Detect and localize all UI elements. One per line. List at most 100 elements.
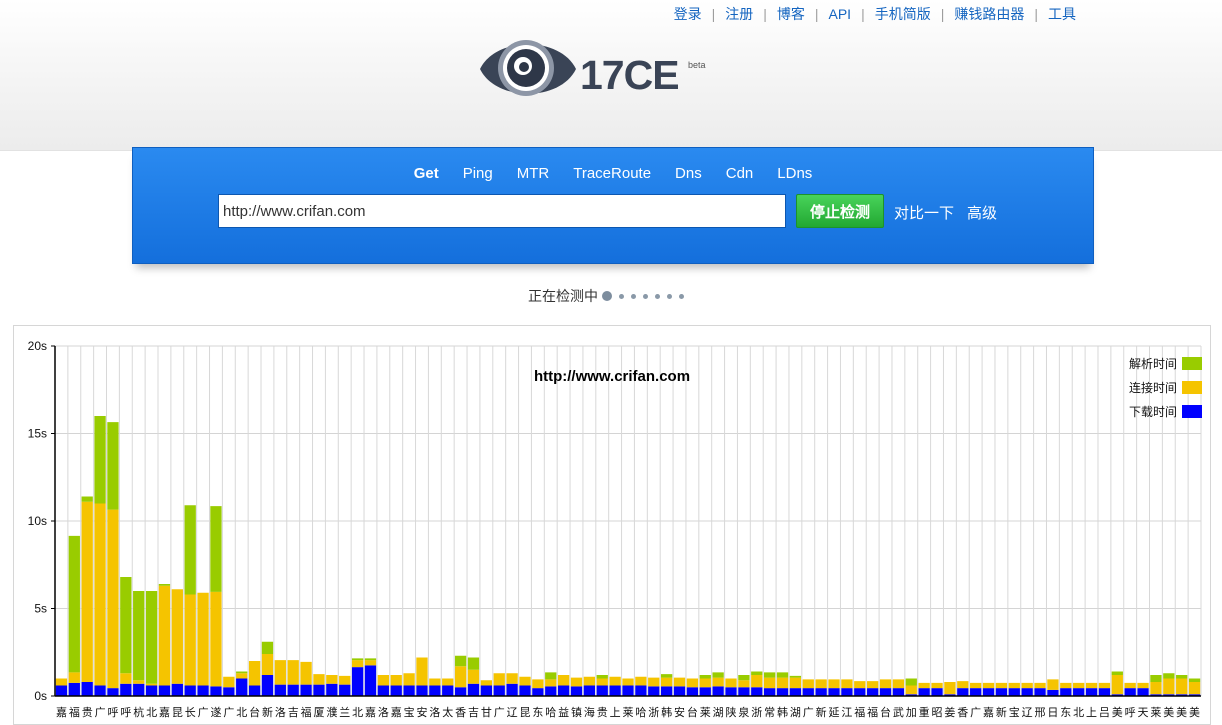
bar-segment [184, 505, 196, 595]
bar-segment [596, 685, 608, 696]
legend-label: 解析时间 [1129, 357, 1177, 371]
url-input[interactable] [218, 194, 786, 228]
bar-segment [1163, 673, 1175, 679]
bar-segment [94, 503, 106, 686]
bar-segment [957, 688, 969, 696]
x-tick-label: 濮 [326, 705, 337, 719]
bar-segment [300, 661, 312, 685]
bar-segment [712, 672, 724, 678]
x-tick-label: 新 [262, 705, 273, 719]
compare-link[interactable]: 对比一下 [894, 202, 954, 223]
bar-segment [519, 676, 531, 686]
bar-segment [55, 685, 68, 696]
bar-segment [751, 687, 763, 696]
bar-segment [120, 673, 132, 684]
bar-segment [1021, 688, 1033, 696]
bar-segment [300, 684, 312, 696]
x-tick-label: 益 [558, 705, 569, 719]
tab-cdn[interactable]: Cdn [726, 165, 754, 182]
stop-test-button[interactable]: 停止检测 [796, 194, 884, 228]
bar-segment [725, 687, 737, 696]
bar-segment [828, 688, 840, 696]
bar-segment [660, 677, 673, 687]
bar-segment [210, 686, 222, 696]
bar-segment [197, 685, 209, 696]
tab-ping[interactable]: Ping [463, 165, 493, 182]
bar-segment [1188, 678, 1201, 682]
tab-ldns[interactable]: LDns [777, 165, 812, 182]
legend-swatch [1182, 405, 1202, 418]
bar-segment [236, 671, 248, 674]
bar-segment [1047, 689, 1059, 696]
bar-segment [970, 688, 982, 696]
register-link[interactable]: 注册 [725, 4, 753, 24]
bar-segment [557, 675, 570, 686]
advanced-link[interactable]: 高级 [967, 202, 997, 223]
tab-traceroute[interactable]: TraceRoute [573, 165, 651, 182]
x-tick-label: 杭 [133, 705, 144, 719]
search-panel: Get Ping MTR TraceRoute Dns Cdn LDns 停止检… [132, 147, 1094, 264]
bar-segment [660, 686, 673, 696]
tools-link[interactable]: 工具 [1048, 4, 1076, 24]
bar-segment [995, 682, 1008, 689]
bar-segment [287, 684, 299, 696]
bar-segment [94, 685, 106, 696]
legend-label: 连接时间 [1129, 380, 1177, 395]
bar-segment [351, 660, 364, 668]
bar-segment [429, 685, 441, 696]
bar-segment [764, 672, 776, 678]
bar-segment [416, 685, 428, 696]
chart-title: http://www.crifan.com [534, 368, 690, 385]
bar-segment [867, 681, 879, 689]
bar-segment [107, 688, 119, 696]
bar-segment [931, 688, 943, 696]
tab-mtr[interactable]: MTR [517, 165, 550, 182]
bar-segment [1008, 682, 1020, 689]
login-link[interactable]: 登录 [674, 4, 702, 24]
x-tick-label: 洛 [429, 705, 440, 719]
bar-segment [609, 685, 621, 696]
bar-segment [403, 685, 415, 696]
bar-segment [480, 680, 492, 686]
bar-segment [699, 675, 711, 679]
x-tick-label: 安 [416, 705, 427, 719]
x-tick-label: 泉 [738, 705, 749, 719]
x-tick-label: 嘉 [159, 705, 170, 719]
x-tick-label: 韩 [777, 705, 788, 719]
logo[interactable]: 17CE beta [478, 30, 718, 108]
tab-dns[interactable]: Dns [675, 165, 702, 182]
bar-segment [764, 688, 776, 696]
bar-segment [635, 685, 647, 696]
blog-link[interactable]: 博客 [777, 4, 805, 24]
bar-segment [892, 679, 905, 689]
bar-segment [802, 688, 814, 696]
api-link[interactable]: API [829, 6, 852, 22]
x-tick-label: 重 [919, 705, 930, 719]
bar-segment [854, 688, 866, 696]
bar-segment [545, 679, 557, 687]
x-tick-label: 海 [584, 705, 595, 719]
bar-segment [982, 682, 995, 689]
bar-segment [660, 674, 673, 678]
bar-segment [995, 688, 1008, 696]
bar-segment [609, 676, 621, 686]
router-link[interactable]: 赚钱路由器 [954, 4, 1024, 24]
bar-segment [1085, 682, 1098, 689]
bar-segment [210, 591, 222, 687]
mobile-link[interactable]: 手机简版 [875, 4, 931, 24]
bar-segment [751, 671, 763, 675]
bar-segment [145, 683, 158, 686]
bar-segment [480, 685, 492, 696]
bar-segment [81, 501, 93, 682]
bar-segment [596, 678, 608, 686]
x-tick-label: 新 [816, 705, 827, 719]
bar-segment [789, 677, 802, 689]
y-tick-label: 0s [34, 689, 47, 703]
tab-get[interactable]: Get [414, 165, 439, 182]
y-tick-label: 20s [28, 339, 47, 353]
bar-segment [351, 658, 364, 661]
x-tick-label: 台 [249, 705, 260, 719]
bar-segment [351, 667, 364, 696]
bar-segment [622, 678, 634, 686]
bar-segment [854, 681, 866, 689]
